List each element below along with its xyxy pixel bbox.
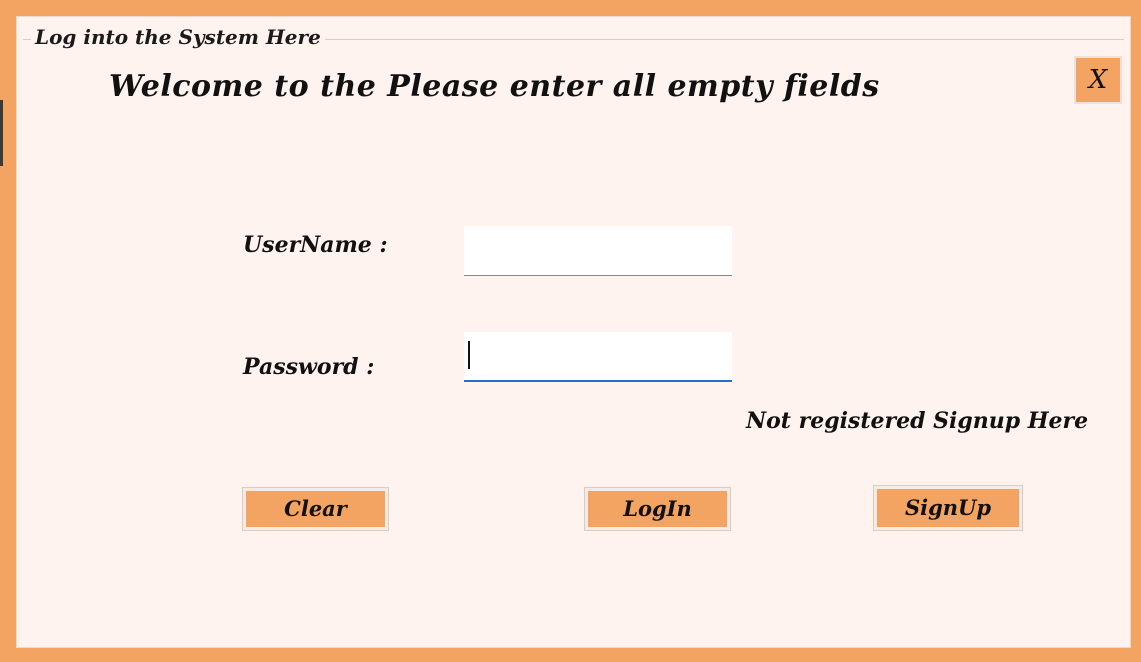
background-window-edge [0,100,3,166]
close-button[interactable]: X [1074,56,1122,104]
username-input[interactable] [464,226,732,276]
login-button[interactable]: LogIn [584,487,731,531]
username-label: UserName : [243,232,388,258]
login-window: Log into the System Here Welcome to the … [16,16,1131,648]
clear-button[interactable]: Clear [242,487,389,531]
signup-link[interactable]: Not registered Signup Here [746,406,1088,436]
welcome-heading: Welcome to the Please enter all empty fi… [109,69,880,104]
group-box-title: Log into the System Here [31,23,325,51]
signup-button[interactable]: SignUp [873,485,1023,531]
text-caret [468,341,470,369]
password-input[interactable] [464,332,732,382]
password-label: Password : [243,354,375,380]
